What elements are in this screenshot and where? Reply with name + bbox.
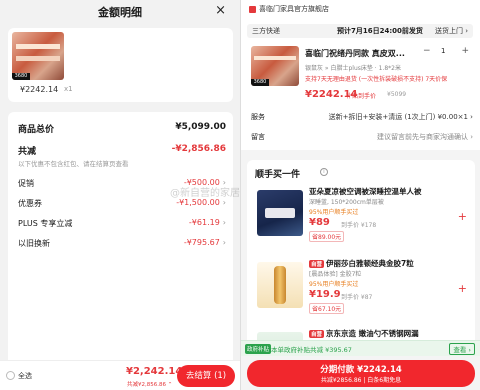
service-row[interactable]: 服务 送新+拆旧+安装+清运 (1次上门) ¥0.00×1 ›	[251, 112, 473, 124]
checkout-total-discount[interactable]: 共减¥2,856.86 ⌃	[127, 380, 172, 388]
shipping-install: 送货上门 ›	[434, 27, 468, 35]
recommend-title: 顺手买一件	[255, 170, 301, 180]
thumb-price-tag: 3680	[251, 79, 269, 86]
product-price: ¥2242.14	[20, 85, 59, 94]
message-row[interactable]: 留言 建议留言前先与商家沟通确认 ›	[251, 132, 473, 144]
recommend-section: 顺手买一件 i 亚朵夏凉被空调被深睡控温单人被 深睡蓝, 150*200cm单层…	[247, 160, 475, 356]
shipping-method: 三方快递	[252, 27, 280, 35]
item-name-wrap: 自营 京东京造 嫩油勺不锈钢网漏	[309, 328, 459, 339]
checkout-bar: 全选 ¥2,242.14 共减¥2,856.86 ⌃ 去结算 (1)	[0, 360, 240, 390]
checkout-button[interactable]: 去结算 (1)	[177, 365, 235, 387]
self-operated-badge: 自营	[309, 330, 325, 338]
panel-title: 金额明细	[98, 6, 142, 19]
total-label: 商品总价	[18, 125, 55, 135]
item-price: ¥19.9	[309, 289, 341, 300]
total-value: ¥5,099.00	[175, 122, 226, 132]
coupon-label: 优惠券	[18, 199, 42, 208]
discount-note-row: 以下优惠不包含红包、请在结算页查看	[18, 158, 226, 172]
close-icon[interactable]: ×	[215, 3, 226, 18]
item-spec: [晨品体验] 金胶7粒	[309, 271, 362, 278]
item-old-price: 到手价 ¥87	[341, 294, 373, 301]
list-item[interactable]: 自营 伊丽莎白雅顿经典金胶7粒 [晨品体验] 金胶7粒 95%用户顺手买过 ¥19…	[247, 256, 475, 322]
item-old-price: 到手价 ¥178	[341, 222, 377, 229]
return-policy: 支持7天无理由退货 (一次性拆装破损不支持) 7天价保	[305, 76, 448, 83]
pay-detail: 共减¥2856.86 | 白条6期免息	[320, 377, 402, 384]
subsidy-text: 本单政府补贴共减 ¥395.67	[271, 346, 352, 354]
tradein-value-wrap: -¥795.67 ›	[184, 238, 226, 247]
product-thumbnail[interactable]: 3680	[251, 46, 299, 86]
watermark: @新自营的家居	[170, 188, 240, 199]
row-coupon[interactable]: 优惠券 -¥1,500.00 ›	[18, 198, 226, 212]
coupon-value: -¥1,500.00	[176, 198, 220, 207]
chevron-right-icon: ›	[222, 218, 226, 227]
product-card: 3680 ¥2242.14 x1	[8, 28, 233, 102]
pay-amount: 分期付款 ¥2242.14	[320, 365, 402, 375]
subsidy-bar[interactable]: 政府补贴 本单政府补贴共减 ¥395.67 查看 ›	[241, 340, 480, 356]
item-saving: 省89.00元	[309, 231, 345, 242]
add-button[interactable]: +	[458, 210, 467, 223]
plus-value-wrap: -¥61.19 ›	[189, 218, 226, 227]
store-icon	[249, 5, 256, 13]
item-spec: 深睡蓝, 150*200cm单层被	[309, 199, 384, 206]
product-name[interactable]: 喜临门祝绪丹同款 真皮双...	[305, 48, 420, 59]
price-breakdown: 商品总价 ¥5,099.00 共减 -¥2,856.86 以下优惠不包含红包、请…	[8, 112, 233, 374]
thumb-price-tag: 3680	[12, 73, 30, 80]
product-thumbnail[interactable]: 3680	[12, 32, 64, 80]
item-name-wrap: 自营 伊丽莎白雅顿经典金胶7粒	[309, 258, 459, 269]
shipping-row[interactable]: 三方快递 预计7月16日24:00前发货 送货上门 ›	[247, 24, 473, 38]
message-value: 建议留言前先与商家沟通确认 ›	[376, 133, 473, 141]
product-spec[interactable]: 银鼠灰 » 白腊士plus床垫 · 1.8*2米	[305, 63, 401, 72]
row-tradein[interactable]: 以旧换新 -¥795.67 ›	[18, 238, 226, 252]
store-name[interactable]: 喜临门家具官方旗舰店	[249, 4, 329, 14]
decrement-button[interactable]: −	[423, 46, 431, 56]
select-all-radio[interactable]	[6, 371, 15, 380]
quantity-value[interactable]: 1	[441, 47, 445, 55]
item-price: ¥89	[309, 217, 330, 228]
original-price: ¥5099	[387, 91, 407, 98]
self-operated-badge: 自营	[309, 260, 325, 268]
increment-button[interactable]: +	[461, 46, 469, 56]
info-icon[interactable]: i	[320, 168, 328, 176]
service-value: 送新+拆旧+安装+清运 (1次上门) ¥0.00×1 ›	[328, 113, 473, 121]
plus-label: PLUS 专享立减	[18, 219, 73, 228]
list-item[interactable]: 亚朵夏凉被空调被深睡控温单人被 深睡蓝, 150*200cm单层被 95%用户顺…	[247, 184, 475, 250]
subsidy-view-button[interactable]: 查看 ›	[449, 343, 475, 355]
tradein-label: 以旧换新	[18, 239, 50, 248]
service-label: 服务	[251, 113, 265, 121]
item-popularity: 95%用户顺手买过	[309, 281, 359, 288]
shipping-eta: 预计7月16日24:00前发货	[337, 27, 423, 35]
select-all-label[interactable]: 全选	[18, 371, 32, 381]
panel-header: 金额明细 ×	[0, 0, 240, 24]
coupon-value-wrap: -¥1,500.00 ›	[176, 198, 226, 207]
tradein-value: -¥795.67	[183, 238, 220, 247]
row-discount[interactable]: 共减 -¥2,856.86	[18, 144, 226, 158]
chevron-right-icon: ›	[222, 198, 226, 207]
product-image[interactable]	[257, 262, 303, 308]
item-name: 京东京造 嫩油勺不锈钢网漏	[326, 329, 419, 338]
plus-value: -¥61.19	[188, 218, 220, 227]
order-confirm-panel: 喜临门家具官方旗舰店 三方快递 预计7月16日24:00前发货 送货上门 › 3…	[240, 0, 480, 390]
message-label: 留言	[251, 133, 265, 141]
product-image[interactable]	[257, 190, 303, 236]
promo-label: 促销	[18, 179, 34, 188]
store-name-text: 喜临门家具官方旗舰店	[259, 5, 329, 13]
discount-note: 以下优惠不包含红包、请在结算页查看	[18, 160, 129, 168]
checkout-total: ¥2,242.14	[126, 366, 183, 377]
product-qty: x1	[64, 85, 73, 93]
item-name: 亚朵夏凉被空调被深睡控温单人被	[309, 187, 422, 196]
item-popularity: 95%用户顺手买过	[309, 209, 359, 216]
add-button[interactable]: +	[458, 282, 467, 295]
row-total: 商品总价 ¥5,099.00	[18, 122, 226, 136]
quantity-stepper: − 1 +	[423, 46, 469, 58]
pay-button[interactable]: 分期付款 ¥2242.14 共减¥2856.86 | 白条6期免息	[247, 360, 475, 387]
discount-value: -¥2,856.86	[171, 144, 226, 154]
order-card: 喜临门家具官方旗舰店 三方快递 预计7月16日24:00前发货 送货上门 › 3…	[241, 0, 480, 150]
chevron-right-icon: ›	[222, 238, 226, 247]
discount-label: 共减	[18, 147, 37, 157]
price-tag: 补贴到手价	[346, 93, 377, 100]
item-name: 伊丽莎白雅顿经典金胶7粒	[326, 259, 414, 268]
item-saving: 省67.10元	[309, 303, 345, 314]
row-plus[interactable]: PLUS 专享立减 -¥61.19 ›	[18, 218, 226, 232]
subsidy-badge: 政府补贴	[245, 344, 272, 354]
